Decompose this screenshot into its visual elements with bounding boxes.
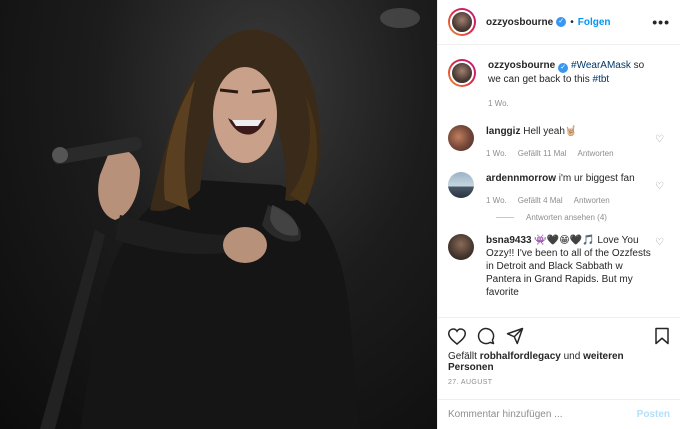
comment-item: ardennmorrow i'm ur biggest fan 1 Wo. Gef… (448, 172, 670, 205)
follow-button[interactable]: Folgen (578, 17, 611, 28)
reply-button[interactable]: Antworten (574, 196, 610, 205)
bookmark-icon[interactable] (654, 327, 670, 345)
reply-button[interactable]: Antworten (578, 149, 614, 158)
post-button[interactable]: Posten (637, 409, 670, 420)
caption-meta: 1 Wo. (488, 99, 652, 108)
comment-avatar[interactable] (448, 125, 474, 151)
comment-composer: Posten (438, 399, 680, 429)
instagram-post: ozzyosbourne ✓ • Folgen ••• ozzyosbourne… (0, 0, 680, 429)
post-date[interactable]: 27. AUGUST (448, 379, 670, 386)
comment-body: Hell yeah🤘🏼 (523, 126, 578, 137)
comment-likes[interactable]: Gefällt 4 Mal (518, 196, 563, 205)
performer-illustration (40, 8, 420, 429)
comment-text: ardennmorrow i'm ur biggest fan (486, 172, 652, 185)
comment-item: langgiz Hell yeah🤘🏼 1 Wo. Gefällt 11 Mal A… (448, 125, 670, 158)
heart-icon[interactable]: ♡ (655, 134, 664, 145)
likes-summary: Gefällt robhalfordlegacy und weiteren Pe… (448, 351, 670, 373)
caption-avatar[interactable] (448, 59, 476, 87)
separator-dot: • (570, 16, 574, 28)
view-replies-button[interactable]: Antworten ansehen (4) (496, 213, 670, 222)
comment-text: langgiz Hell yeah🤘🏼 (486, 125, 652, 138)
verified-icon: ✓ (556, 17, 567, 27)
comment-icon[interactable] (477, 327, 495, 345)
hashtag-link[interactable]: #WearAMask (571, 60, 631, 71)
comment-likes[interactable]: Gefällt 11 Mal (518, 149, 567, 158)
comment-username[interactable]: ardennmorrow (486, 173, 556, 184)
divider (496, 217, 514, 218)
heart-icon[interactable] (448, 327, 466, 345)
action-bar: Gefällt robhalfordlegacy und weiteren Pe… (438, 317, 680, 399)
post-header: ozzyosbourne ✓ • Folgen ••• (438, 0, 680, 45)
likes-prefix: Gefällt (448, 351, 477, 362)
comment-meta: 1 Wo. Gefällt 11 Mal Antworten (486, 149, 652, 158)
comment-username[interactable]: bsna9433 (486, 235, 532, 246)
header-username[interactable]: ozzyosbourne (486, 17, 553, 28)
avatar[interactable] (448, 8, 476, 36)
post-sidebar: ozzyosbourne ✓ • Folgen ••• ozzyosbourne… (437, 0, 680, 429)
likes-mid: und (563, 351, 581, 362)
action-icons (448, 326, 670, 346)
comment-text: bsna9433 👾🖤😁🖤🎵 Love You Ozzy!! I've been… (486, 234, 652, 299)
view-replies-label: Antworten ansehen (4) (526, 213, 607, 222)
comment-body: i'm ur biggest fan (558, 173, 635, 184)
caption: ozzyosbourne ✓ #WearAMask so we can get b… (448, 59, 670, 108)
more-icon[interactable]: ••• (652, 14, 670, 30)
heart-icon[interactable]: ♡ (655, 237, 664, 248)
comment-age[interactable]: 1 Wo. (486, 149, 507, 158)
caption-age[interactable]: 1 Wo. (488, 99, 509, 108)
comment-age[interactable]: 1 Wo. (486, 196, 507, 205)
caption-username[interactable]: ozzyosbourne (488, 60, 555, 71)
comment-avatar[interactable] (448, 172, 474, 198)
comment-input[interactable] (448, 409, 637, 420)
share-icon[interactable] (506, 327, 524, 345)
likes-user[interactable]: robhalfordlegacy (480, 351, 561, 362)
comment-avatar[interactable] (448, 234, 474, 260)
heart-icon[interactable]: ♡ (655, 181, 664, 192)
verified-icon: ✓ (558, 63, 569, 73)
comment-meta: 1 Wo. Gefällt 4 Mal Antworten (486, 196, 652, 205)
comment-item: bsna9433 👾🖤😁🖤🎵 Love You Ozzy!! I've been… (448, 234, 670, 299)
comment-username[interactable]: langgiz (486, 126, 520, 137)
comments-list[interactable]: ozzyosbourne ✓ #WearAMask so we can get b… (438, 45, 680, 317)
hashtag-link[interactable]: #tbt (593, 74, 610, 85)
post-photo[interactable] (0, 0, 437, 429)
caption-text: ozzyosbourne ✓ #WearAMask so we can get b… (488, 59, 652, 86)
